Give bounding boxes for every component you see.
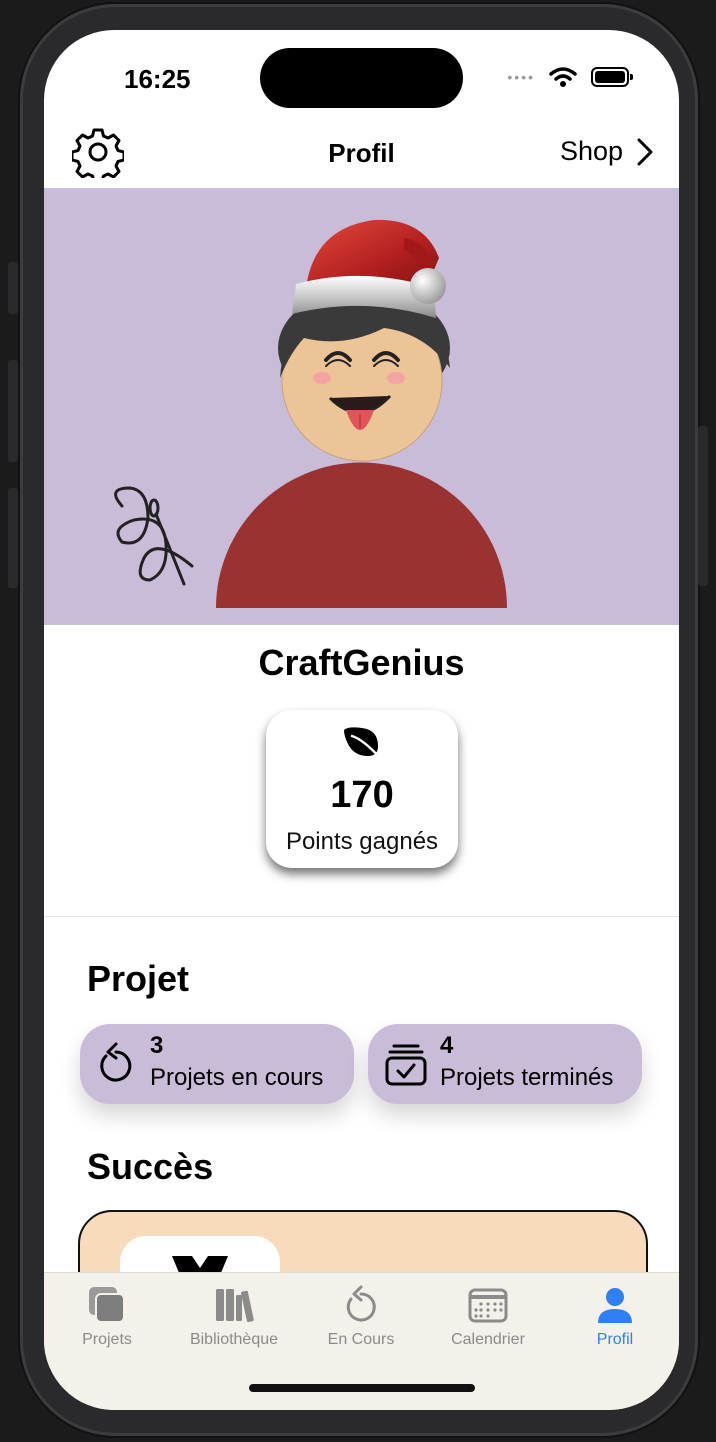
action-button: [8, 262, 18, 314]
username: CraftGenius: [258, 642, 465, 683]
avatar: [114, 219, 507, 608]
in-progress-count: 3: [150, 1032, 164, 1059]
screen: 16:25 •••• Profil Shop CraftGenius 170 P…: [44, 30, 679, 1410]
points-value: 170: [330, 774, 394, 816]
completed-count: 4: [440, 1032, 454, 1059]
chevron-right-icon: [637, 138, 653, 165]
status-time: 16:25: [124, 64, 191, 94]
shop-link[interactable]: Shop: [560, 136, 653, 167]
refresh-icon: [346, 1285, 376, 1322]
battery-icon: [591, 67, 633, 87]
projects-completed-pill[interactable]: 4 Projets terminés: [368, 1024, 642, 1104]
success-section-title: Succès: [87, 1146, 214, 1187]
dynamic-island: [260, 48, 463, 108]
points-card: 170 Points gagnés: [266, 710, 458, 868]
tab-label: Bibliothèque: [189, 1331, 279, 1348]
projects-section-title: Projet: [87, 958, 190, 999]
stack-icon: [89, 1287, 125, 1323]
books-icon: [216, 1289, 254, 1323]
tab-label: Profil: [596, 1331, 634, 1348]
points-label: Points gagnés: [285, 828, 439, 855]
completed-label: Projets terminés: [440, 1064, 614, 1091]
power-button: [698, 426, 708, 586]
avatar-banner: [44, 188, 679, 625]
calendar-icon: [468, 1288, 508, 1323]
projects-in-progress-pill[interactable]: 3 Projets en cours: [80, 1024, 354, 1104]
home-indicator[interactable]: [249, 1384, 475, 1392]
in-progress-label: Projets en cours: [150, 1064, 324, 1091]
volume-up-button: [8, 360, 18, 462]
tray-check-icon: [385, 1044, 427, 1086]
cellular-icon: ••••: [507, 69, 535, 85]
shop-label: Shop: [559, 136, 623, 166]
person-icon: [598, 1288, 632, 1323]
leaf-icon: [344, 727, 382, 760]
refresh-icon: [100, 1042, 132, 1082]
tab-label: En Cours: [327, 1331, 395, 1348]
tab-label: Calendrier: [451, 1331, 525, 1348]
tab-label: Projets: [82, 1331, 132, 1348]
nav-bar: Profil Shop: [44, 126, 679, 188]
status-icons: ••••: [507, 66, 633, 88]
divider: [44, 916, 679, 917]
wifi-icon: [549, 67, 577, 87]
volume-down-button: [8, 488, 18, 588]
